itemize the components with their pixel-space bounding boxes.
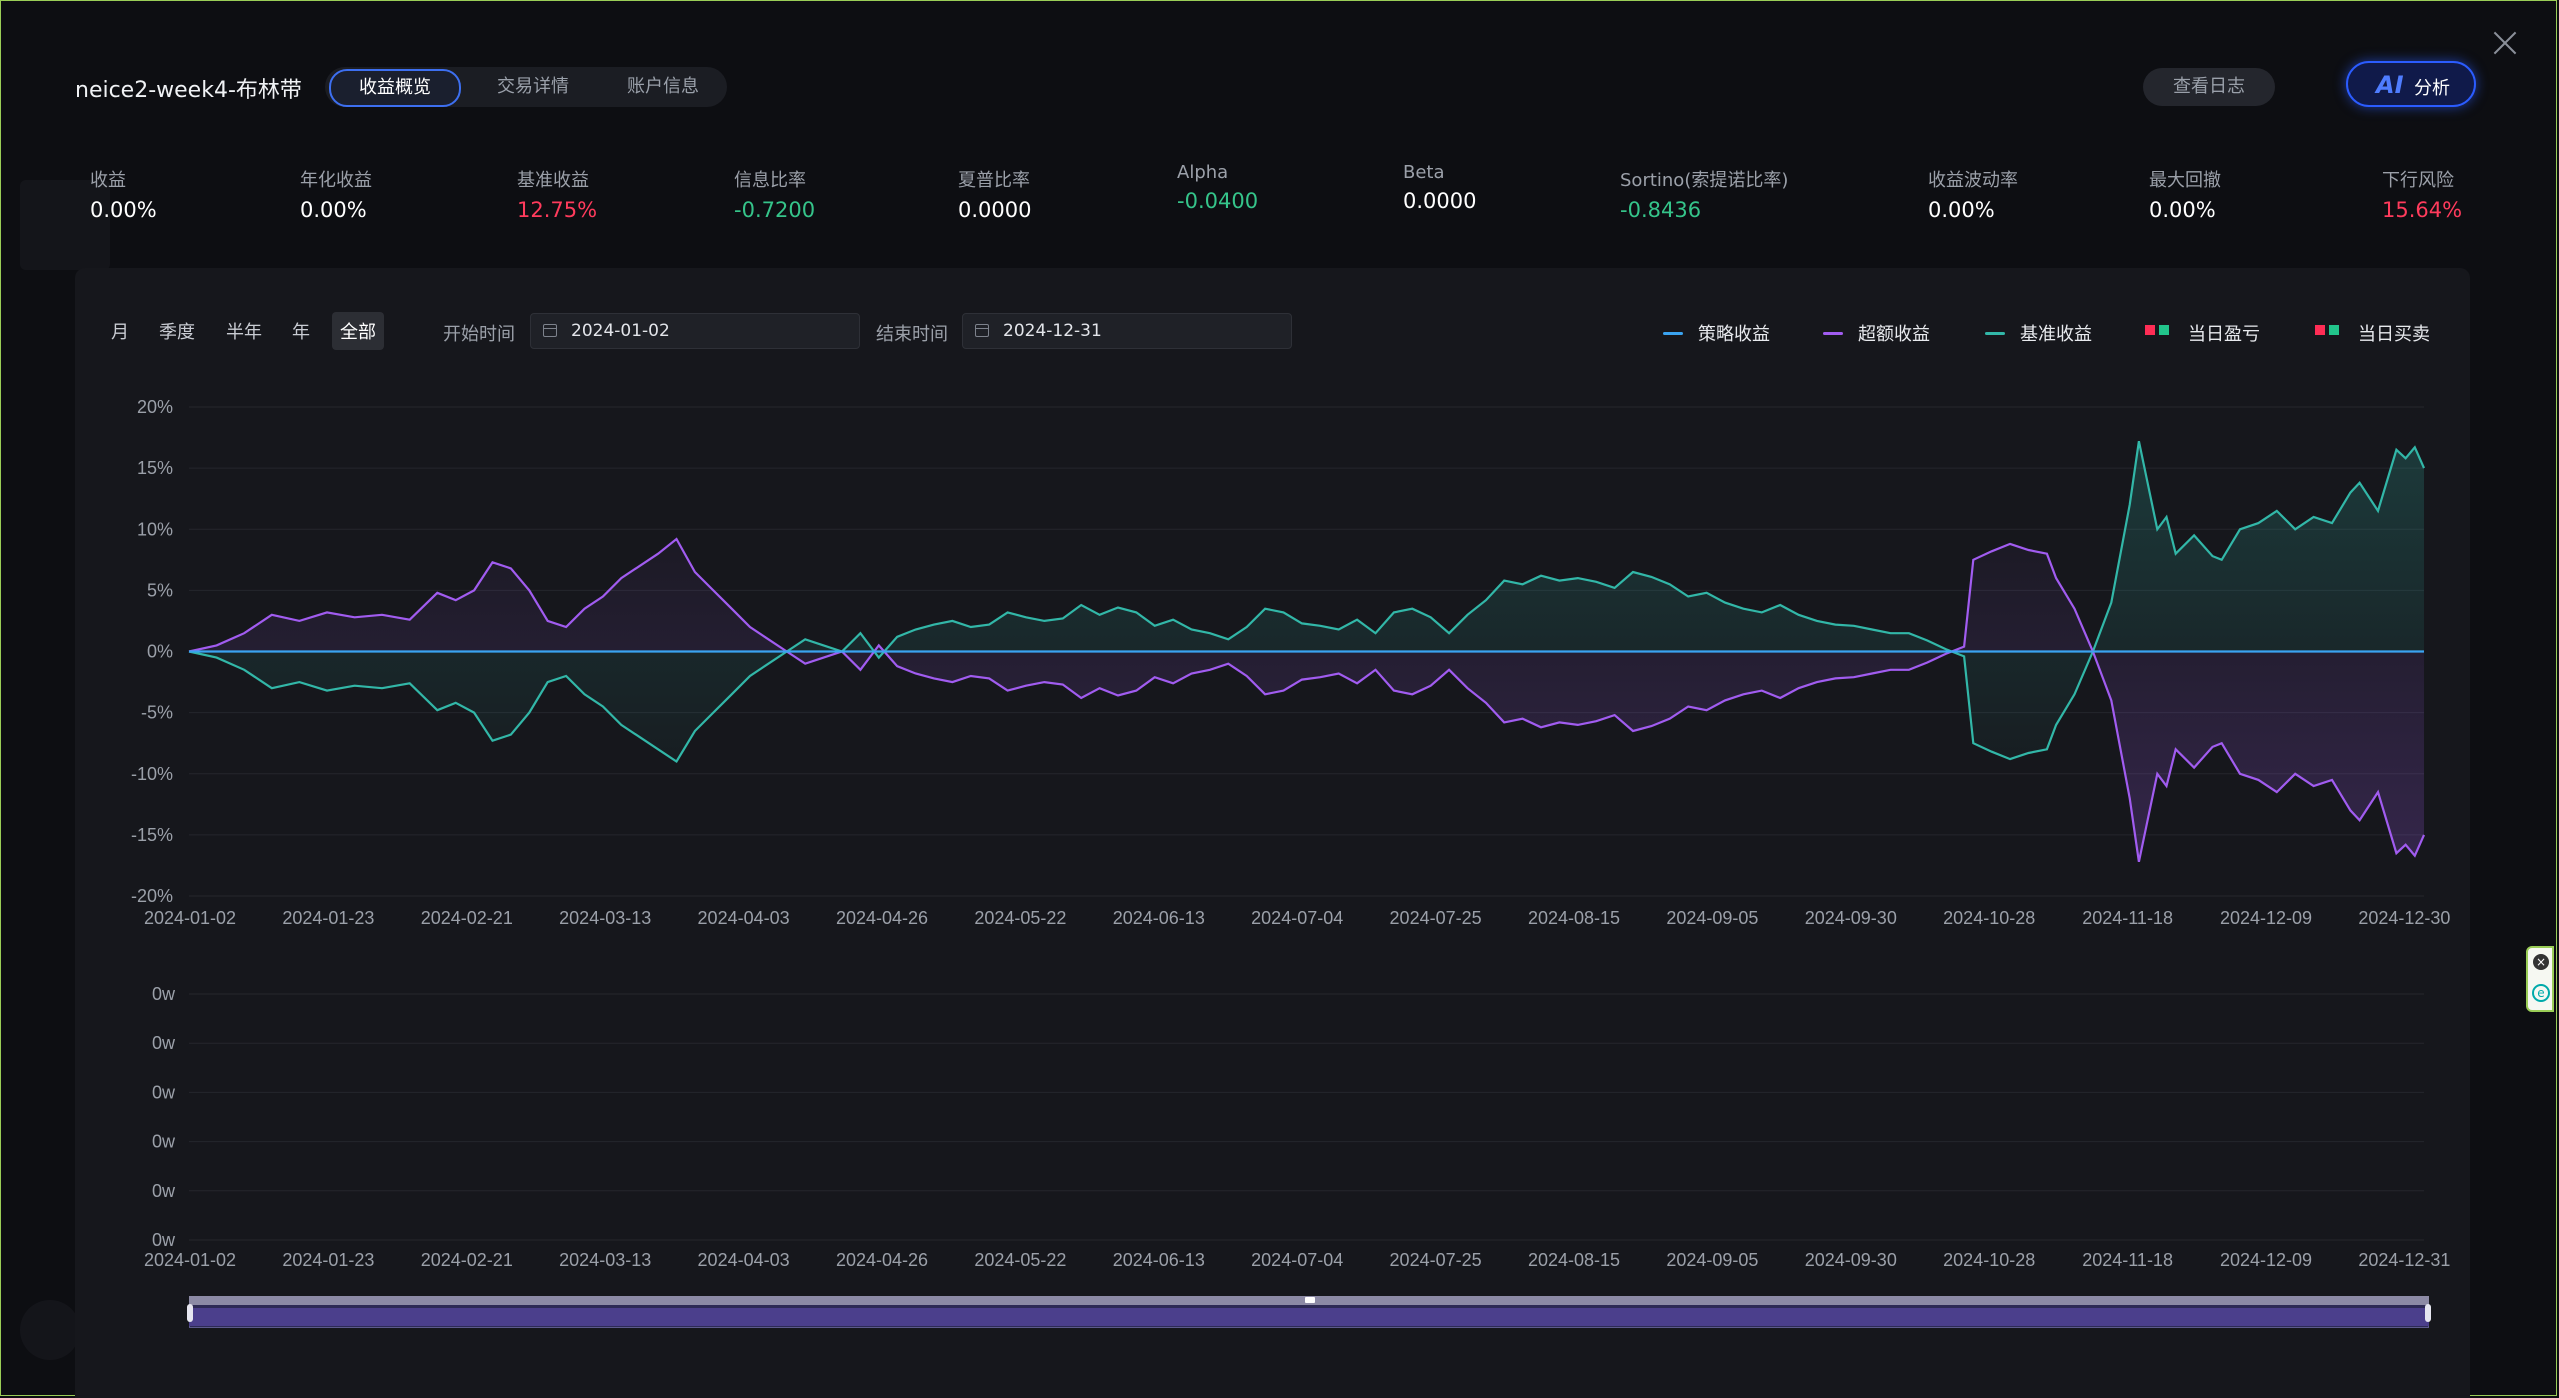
y-tick-label: 0w [152,1181,176,1201]
x-tick-label: 2024-12-09 [2220,1250,2312,1270]
y-tick-label: 0% [147,642,173,662]
x-tick-label: 2024-05-22 [974,908,1066,928]
chart-area: 20%15%10%5%0%-5%-10%-15%-20%2024-01-02 20… [131,397,2450,1270]
x-tick-label: 2024-09-05 [1666,908,1758,928]
x-tick-label: 2024-01-02 [144,908,236,928]
x-tick-label: 2024-07-04 [1251,908,1343,928]
zoom-preview [189,1308,2429,1326]
x-tick-label: 2024-09-30 [1805,908,1897,928]
x-tick-label: 2024-12-31 [2358,1250,2450,1270]
x-tick-label: 2024-12-30 [2358,908,2450,928]
x-tick-label: 2024-02-21 [421,908,513,928]
x-tick-label: 2024-04-03 [698,1250,790,1270]
y-tick-label: -15% [131,825,173,845]
x-tick-label: 2024-01-23 [282,1250,374,1270]
y-tick-label: 0w [152,1132,176,1152]
y-tick-label: 0w [152,1033,176,1053]
x-tick-label: 2024-04-03 [698,908,790,928]
close-icon[interactable]: × [2533,954,2549,970]
x-tick-label: 2024-07-04 [1251,1250,1343,1270]
x-tick-label: 2024-09-30 [1805,1250,1897,1270]
x-tick-label: 2024-04-26 [836,1250,928,1270]
x-tick-label: 2024-12-09 [2220,908,2312,928]
x-tick-label: 2024-07-25 [1390,1250,1482,1270]
x-tick-label: 2024-10-28 [1943,1250,2035,1270]
x-tick-label: 2024-10-28 [1943,908,2035,928]
x-tick-label: 2024-08-15 [1528,1250,1620,1270]
x-tick-label: 2024-08-15 [1528,908,1620,928]
zoom-handle-left[interactable] [187,1304,193,1322]
x-tick-label: 2024-01-02 [144,1250,236,1270]
y-tick-label: -5% [141,703,173,723]
x-tick-label: 2024-05-22 [974,1250,1066,1270]
zoom-grip-icon[interactable] [1305,1297,1315,1303]
y-tick-label: 0w [152,1230,176,1250]
floating-widget[interactable]: × e [2526,946,2554,1012]
y-tick-label: 15% [137,458,173,478]
x-tick-label: 2024-11-18 [2082,908,2173,928]
extension-icon[interactable]: e [2532,984,2550,1002]
x-tick-label: 2024-11-18 [2082,1250,2173,1270]
x-tick-label: 2024-03-13 [559,1250,651,1270]
zoom-handle-right[interactable] [2425,1304,2431,1322]
y-tick-label: -10% [131,764,173,784]
x-tick-label: 2024-01-23 [282,908,374,928]
y-tick-label: 0w [152,1082,176,1102]
y-tick-label: 0w [152,984,176,1004]
y-tick-label: 20% [137,397,173,417]
x-tick-label: 2024-07-25 [1390,908,1482,928]
x-tick-label: 2024-06-13 [1113,1250,1205,1270]
data-zoom-slider[interactable] [187,1296,2431,1328]
y-tick-label: -20% [131,886,173,906]
x-tick-label: 2024-02-21 [421,1250,513,1270]
x-tick-label: 2024-06-13 [1113,908,1205,928]
y-tick-label: 5% [147,580,173,600]
x-tick-label: 2024-04-26 [836,908,928,928]
x-tick-label: 2024-09-05 [1666,1250,1758,1270]
x-tick-label: 2024-03-13 [559,908,651,928]
y-tick-label: 10% [137,519,173,539]
